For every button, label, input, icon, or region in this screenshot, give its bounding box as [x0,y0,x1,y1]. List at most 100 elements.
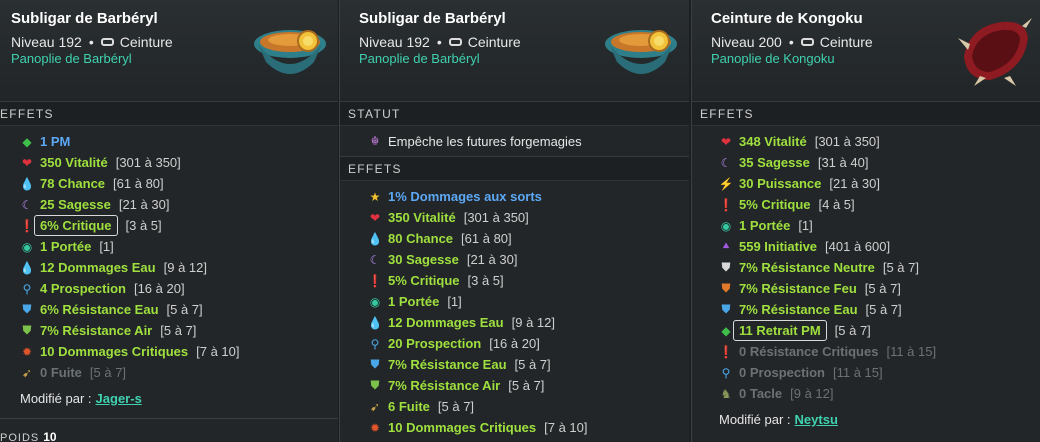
wisdom-icon: ☾ [720,155,732,170]
belt-slot-icon [448,38,462,46]
effect-row: ◉ 1 Portée [1] [0,236,338,257]
effect-row: 💧 80 Chance [61 à 80] [340,228,689,249]
effects-list: ★ 1% Dommages aux sorts ❤ 350 Vitalité [301 … [340,181,689,438]
effect-range: [9 à 12] [163,260,207,275]
belt-slot-icon [100,38,114,46]
effect-row: 💧 12 Dommages Eau [9 à 12] [0,257,338,278]
item-set-link[interactable]: Panoplie de Barbéryl [359,51,480,66]
effect-value: 10 Dommages Critiques [40,344,189,359]
effect-row: ✹ 10 Dommages Critiques [7 à 10] [0,341,338,362]
effect-row: ❗ 5% Critique [3 à 5] [340,270,689,291]
effect-row: ❗ 5% Critique [4 à 5] [692,194,1040,215]
critical-resist-icon: ❗ [718,344,734,359]
effect-range: [5 à 7] [865,302,902,317]
weight-label: POIDS [0,432,40,442]
effects-list: ◆ 1 PM ❤ 350 Vitalité [301 à 350] 💧 78 Chance [… [0,126,338,383]
effect-row: ➹ 0 Fuite [5 à 7] [0,362,338,383]
effect-row: ◆ 1 PM [0,131,338,152]
vitality-icon: ❤ [21,155,33,170]
effect-row: ★ 1% Dommages aux sorts [340,186,689,207]
vitality-icon: ❤ [720,134,732,149]
effect-value: 80 Chance [388,231,454,246]
chance-icon: 💧 [367,231,383,246]
item-meta: Niveau 192 • Ceinture [359,34,521,50]
effect-row: ⚲ 0 Prospection [11 à 15] [692,362,1040,383]
modified-by-link[interactable]: Jager-s [96,391,142,406]
effect-range: [5 à 7] [166,302,203,317]
effect-range: [5 à 7] [160,323,197,338]
effect-row: ◆ 11 Retrait PM [5 à 7] [692,320,1040,341]
modified-by-label: Modifié par : [719,412,791,427]
neutral-resist-icon: ⛊ [721,260,731,274]
effect-range: [31 à 40] [817,155,869,170]
effect-range: [5 à 7] [508,378,545,393]
effect-value: 348 Vitalité [739,134,807,149]
item-header: Subligar de Barbéryl Niveau 192 • Ceinture… [340,0,689,101]
item-tooltip-1: Subligar de Barbéryl Niveau 192 • Ceinture… [0,0,338,442]
effect-row: ➹ 6 Fuite [5 à 7] [340,396,689,417]
effect-value: 78 Chance [40,176,106,191]
critical-damage-icon: ✹ [369,420,381,435]
item-title: Subligar de Barbéryl [11,10,158,27]
dodge-icon: ➹ [369,399,381,414]
status-row: ☬ Empêche les futures forgemagies [340,126,689,156]
critical-icon: ❗ [718,197,734,212]
effect-value: 7% Résistance Eau [739,302,858,317]
effect-range: [9 à 12] [790,386,834,401]
effect-value: 5% Critique [388,273,460,288]
critical-icon: ❗ [367,273,383,288]
belt-slot-icon [800,38,814,46]
effect-range: [21 à 30] [118,197,170,212]
effect-value: 30 Puissance [739,176,822,191]
effect-range: [3 à 5] [467,273,504,288]
effect-value: 350 Vitalité [40,155,108,170]
effect-range: [11 à 15] [832,365,883,380]
effect-row: ⛊ 7% Résistance Neutre [5 à 7] [692,257,1040,278]
water-damage-icon: 💧 [367,315,383,330]
effect-row: ♞ 0 Tacle [9 à 12] [692,383,1040,404]
item-set-link[interactable]: Panoplie de Kongoku [711,51,835,66]
effect-range: [301 à 350] [463,210,529,225]
effect-range: [1] [447,294,462,309]
spell-damage-icon: ★ [369,189,381,204]
effect-value: 559 Initiative [739,239,818,254]
power-icon: ⚡ [718,176,734,191]
effect-range: [5 à 7] [864,281,901,296]
critical-icon: ❗ [19,218,35,233]
effect-range: [4 à 5] [818,197,855,212]
effect-row: ☾ 30 Sagesse [21 à 30] [340,249,689,270]
effect-row: ✹ 10 Dommages Critiques [7 à 10] [340,417,689,438]
effect-row: ⚡ 30 Puissance [21 à 30] [692,173,1040,194]
item-title: Ceinture de Kongoku [711,10,863,27]
effect-value: 25 Sagesse [40,197,111,212]
item-set-link[interactable]: Panoplie de Barbéryl [11,51,132,66]
effect-value: 5% Critique [739,197,811,212]
effect-row: ⚲ 4 Prospection [16 à 20] [0,278,338,299]
effect-value: 35 Sagesse [739,155,810,170]
air-resist-icon: ⛊ [22,323,32,337]
effect-range: [401 à 600] [825,239,891,254]
effect-range: [5 à 7] [437,399,475,414]
effect-row: ⛊ 7% Résistance Eau [5 à 7] [340,354,689,375]
status-header: STATUT [340,101,689,126]
effect-row: ⛊ 6% Résistance Eau [5 à 7] [0,299,338,320]
prospection-icon: ⚲ [22,281,32,296]
range-icon: ◉ [21,239,33,254]
item-level: Niveau 192 [11,34,82,50]
prospection-icon: ⚲ [370,336,380,351]
effect-row: ❤ 348 Vitalité [301 à 350] [692,131,1040,152]
effect-row: ❤ 350 Vitalité [301 à 350] [340,207,689,228]
effect-range: [61 à 80] [113,176,164,191]
modified-by-link[interactable]: Neytsu [795,412,838,427]
item-slot: Ceinture [119,34,173,50]
effect-range: [5 à 7] [89,365,127,380]
chance-icon: 💧 [19,176,35,191]
effect-row: 💧 78 Chance [61 à 80] [0,173,338,194]
effect-value: 1% Dommages aux sorts [388,189,542,204]
effect-value: 0 Fuite [40,365,82,380]
effect-row: ⛊ 7% Résistance Air [5 à 7] [0,320,338,341]
effects-header: EFFETS [0,101,338,126]
item-slot: Ceinture [467,34,521,50]
initiative-icon: ⯅ [721,239,731,253]
effect-range: [11 à 15] [886,344,937,359]
